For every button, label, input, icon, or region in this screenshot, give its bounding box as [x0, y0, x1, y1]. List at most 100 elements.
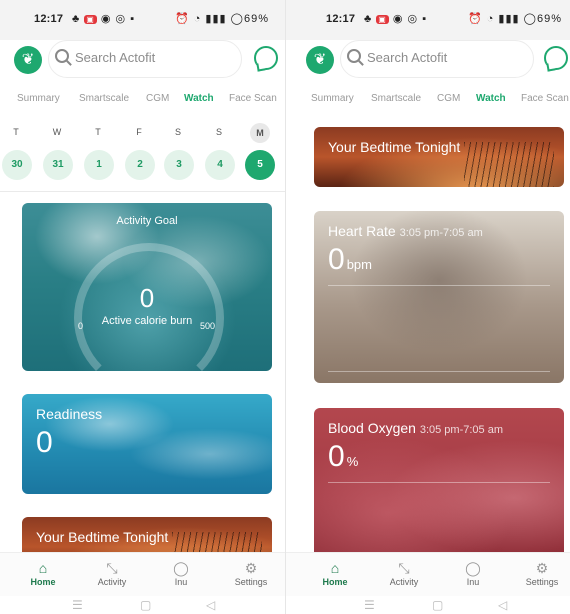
search-input[interactable] — [365, 49, 529, 66]
chart-gridline — [328, 371, 550, 372]
date-chip[interactable]: 30 — [2, 150, 32, 180]
nav-label: Home — [30, 577, 56, 587]
system-icons: ⏰ ◔ ▮▮▮ ◯69% — [467, 13, 562, 25]
readiness-card[interactable]: Readiness 0 — [22, 394, 272, 494]
back-icon[interactable]: ◁ — [206, 598, 215, 612]
chat-icon[interactable] — [544, 46, 568, 70]
heart-rate-header: Heart Rate 3:05 pm-7:05 am — [328, 223, 483, 239]
blood-oxygen-time-range: 3:05 pm-7:05 am — [419, 424, 503, 436]
nav-home[interactable]: ⌂ Home — [305, 559, 365, 587]
home-square-icon[interactable]: ▢ — [140, 598, 151, 612]
search-icon — [347, 49, 361, 63]
status-time: 12:17 — [326, 13, 356, 25]
home-icon: ⌂ — [330, 560, 340, 576]
nav-label: Activity — [97, 577, 127, 587]
nav-settings[interactable]: ⚙ Settings — [512, 559, 570, 587]
battery-level: 69% — [243, 13, 269, 25]
date-chip[interactable]: 1 — [84, 150, 114, 180]
date-chip[interactable]: 3 — [164, 150, 194, 180]
heart-rate-card[interactable]: Heart Rate 3:05 pm-7:05 am 0 bpm — [314, 211, 564, 383]
weekday-label: W — [52, 127, 62, 137]
weekday-label: S — [215, 127, 222, 137]
gauge-max-label: 500 — [200, 321, 216, 331]
activity-goal-card[interactable]: Activity Goal 0 Active calorie burn 0 50… — [22, 203, 272, 371]
bedtime-card[interactable]: Your Bedtime Tonight — [314, 127, 564, 187]
nav-inu[interactable]: ◯ Inu — [151, 559, 211, 587]
date-chip[interactable]: 2 — [125, 150, 155, 180]
blood-oxygen-value: 0 — [328, 440, 345, 473]
heart-rate-unit: bpm — [346, 257, 372, 272]
leaf-icon: ❦ — [21, 51, 35, 68]
nav-activity[interactable]: ⤡ Activity — [374, 559, 434, 587]
search-row: ❦ — [286, 40, 570, 88]
phone-screen-home: 12:17 ♣ ▣ ◉ ◎ ▪ ⏰ ◔ ▮▮▮ ◯69% ❦ Summary S… — [0, 0, 285, 614]
system-nav-bar: ☰ ▢ ◁ — [0, 596, 285, 614]
blood-oxygen-card[interactable]: Blood Oxygen 3:05 pm-7:05 am 0% — [314, 408, 564, 558]
blood-oxygen-title: Blood Oxygen — [328, 420, 416, 436]
tab-bar: Summary Smartscale CGM Watch Face Scan — [286, 93, 570, 111]
date-chip[interactable]: 31 — [43, 150, 73, 180]
weekday-label: T — [13, 127, 19, 137]
back-icon[interactable]: ◁ — [498, 598, 507, 612]
heart-rate-value: 0 — [328, 243, 345, 276]
divider — [0, 191, 285, 192]
leaf-logo-button[interactable]: ❦ — [306, 46, 334, 74]
gear-icon: ⚙ — [244, 560, 258, 576]
tab-watch[interactable]: Watch — [184, 93, 214, 104]
date-chip-selected[interactable]: 5 — [245, 150, 275, 180]
weekday-label: S — [174, 127, 181, 137]
tab-cgm[interactable]: CGM — [437, 93, 460, 104]
bedtime-title: Your Bedtime Tonight — [36, 529, 169, 545]
system-nav-bar: ☰ ▢ ◁ — [286, 596, 570, 614]
recents-icon[interactable]: ☰ — [72, 598, 83, 612]
tab-bar: Summary Smartscale CGM Watch Face Scan — [0, 93, 285, 111]
search-icon — [55, 49, 69, 63]
tab-summary[interactable]: Summary — [17, 93, 60, 104]
activity-icon: ⤡ — [398, 560, 410, 576]
readiness-value: 0 — [36, 426, 53, 459]
weekday-label-current: M — [250, 123, 270, 143]
nav-home[interactable]: ⌂ Home — [13, 559, 73, 587]
chat-icon[interactable] — [254, 46, 278, 70]
tab-face-scan[interactable]: Face Scan — [521, 93, 569, 104]
notification-icons: ♣ ▣ ◉ ◎ ▪ — [364, 13, 428, 25]
search-box[interactable] — [48, 40, 242, 78]
weekday-label: T — [95, 127, 101, 137]
search-box[interactable] — [340, 40, 534, 78]
nav-label: Settings — [234, 577, 268, 587]
nav-activity[interactable]: ⤡ Activity — [82, 559, 142, 587]
tab-cgm[interactable]: CGM — [146, 93, 169, 104]
grass-decoration — [464, 142, 554, 187]
tab-summary[interactable]: Summary — [311, 93, 354, 104]
tab-smartscale[interactable]: Smartscale — [371, 93, 421, 104]
activity-icon: ⤡ — [106, 560, 118, 576]
home-square-icon[interactable]: ▢ — [432, 598, 443, 612]
search-input[interactable] — [73, 49, 237, 66]
leaf-logo-button[interactable]: ❦ — [14, 46, 42, 74]
activity-goal-title: Activity Goal — [116, 215, 178, 227]
notification-icons: ♣ ▣ ◉ ◎ ▪ — [72, 13, 136, 25]
search-row: ❦ — [0, 40, 285, 88]
tab-face-scan[interactable]: Face Scan — [229, 93, 277, 104]
chart-gridline — [328, 482, 550, 483]
bottom-navigation: ⌂ Home ⤡ Activity ◯ Inu ⚙ Settings — [286, 552, 570, 597]
status-time: 12:17 — [34, 13, 64, 25]
status-bar: 12:17 ♣ ▣ ◉ ◎ ▪ ⏰ ◔ ▮▮▮ ◯69% — [286, 0, 570, 40]
status-bar: 12:17 ♣ ▣ ◉ ◎ ▪ ⏰ ◔ ▮▮▮ ◯69% — [0, 0, 285, 40]
heart-rate-title: Heart Rate — [328, 223, 396, 239]
date-chip[interactable]: 4 — [205, 150, 235, 180]
blood-oxygen-reading: 0% — [328, 440, 358, 474]
chat-icon: ◯ — [173, 560, 189, 576]
nav-settings[interactable]: ⚙ Settings — [221, 559, 281, 587]
nav-inu[interactable]: ◯ Inu — [443, 559, 503, 587]
tab-watch[interactable]: Watch — [476, 93, 506, 104]
nav-label: Activity — [389, 577, 419, 587]
nav-label: Settings — [525, 577, 559, 587]
recents-icon[interactable]: ☰ — [364, 598, 375, 612]
tab-smartscale[interactable]: Smartscale — [79, 93, 129, 104]
activity-goal-value: 0 — [139, 283, 155, 313]
battery-level: 69% — [536, 13, 562, 25]
heart-rate-time-range: 3:05 pm-7:05 am — [399, 227, 483, 239]
nav-label: Inu — [466, 577, 480, 587]
nav-label: Inu — [174, 577, 188, 587]
